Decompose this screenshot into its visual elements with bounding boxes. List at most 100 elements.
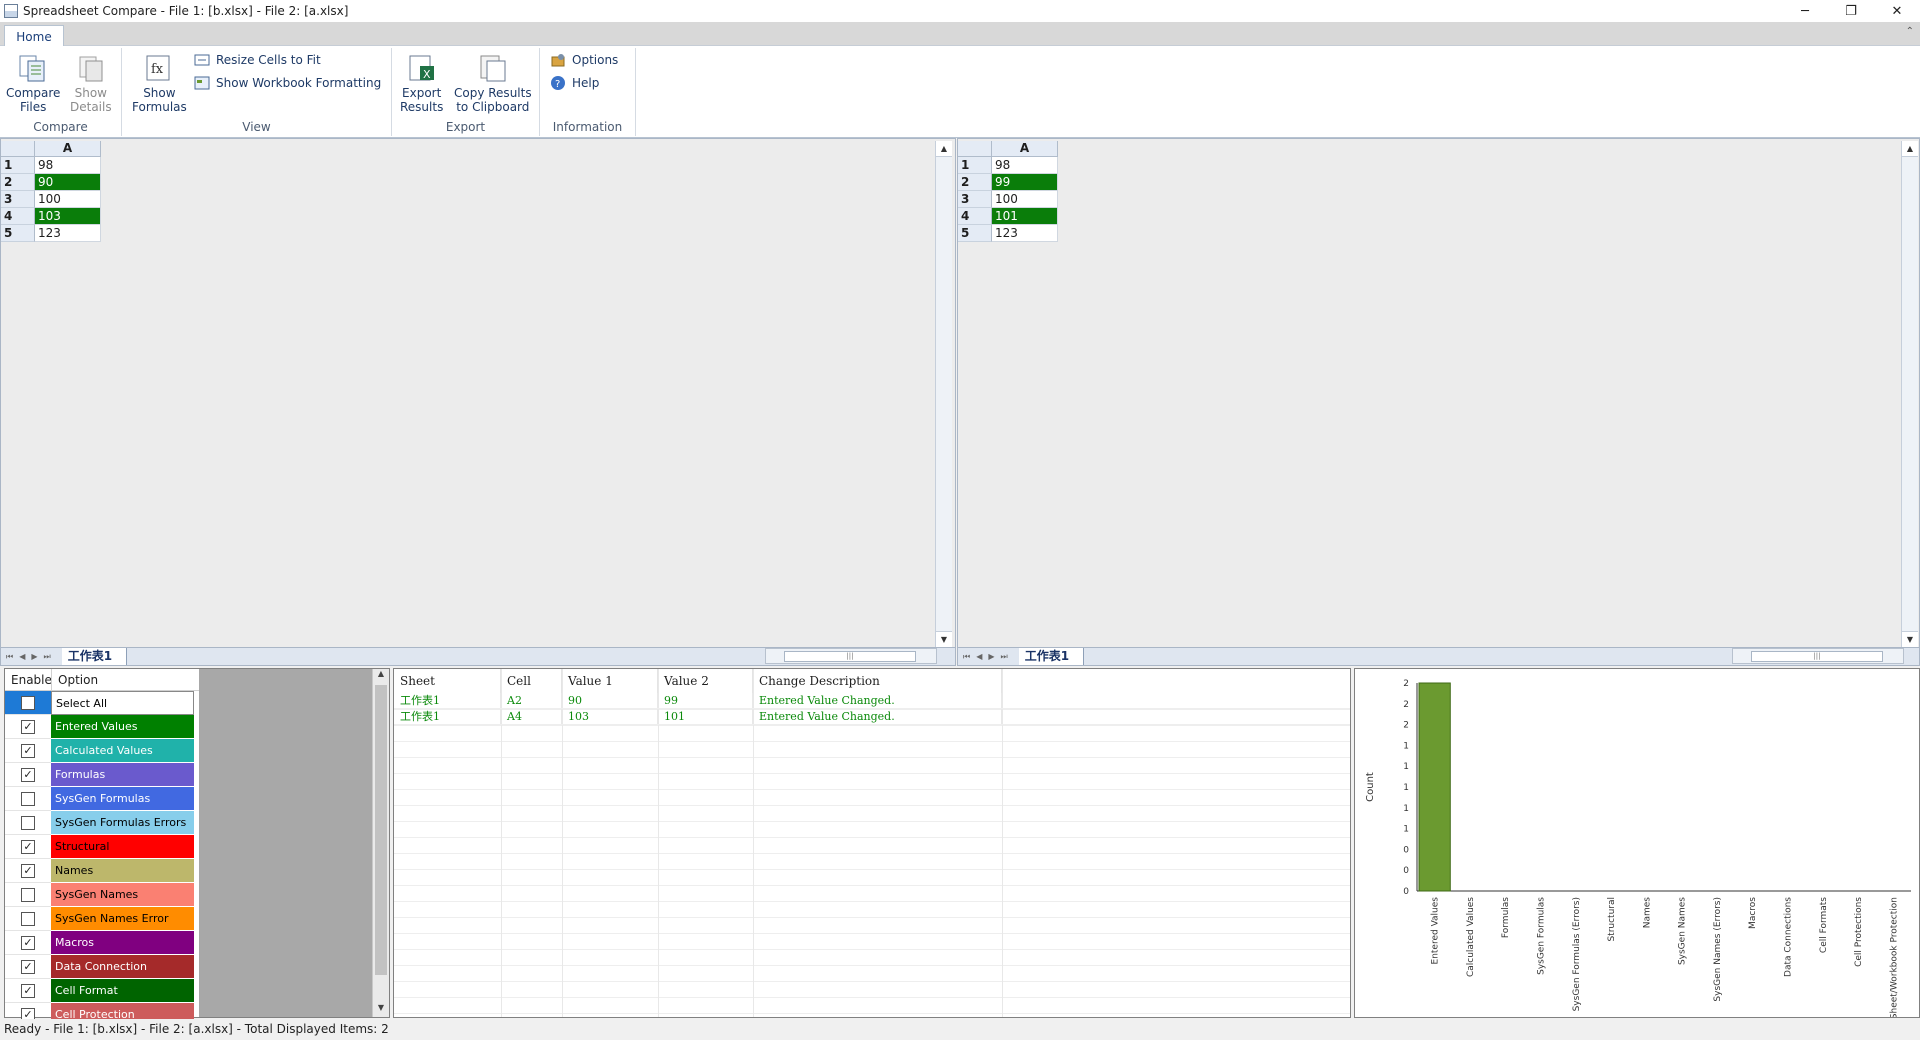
cell-a3[interactable]: 100 — [35, 191, 101, 208]
row-header[interactable]: 5 — [1, 225, 35, 242]
minimize-button[interactable]: ─ — [1782, 0, 1828, 22]
cell-a1[interactable]: 98 — [35, 157, 101, 174]
option-label[interactable]: SysGen Formulas — [51, 787, 194, 811]
right-hscroll-thumb[interactable]: ||| — [1751, 651, 1883, 662]
sheet-nav-arrows-icon[interactable]: ⏮◀▶⏭ — [958, 652, 1019, 662]
tab-home[interactable]: Home — [4, 25, 64, 47]
row-header[interactable]: 1 — [958, 157, 992, 174]
column-header-a-right[interactable]: A — [992, 141, 1058, 157]
right-sheet-pane[interactable]: A 1 98 2 99 3 100 4 101 5 123 ▲ ▼ ⏮◀▶⏭ 工作表1 ||| — [957, 138, 1920, 666]
option-label[interactable]: Structural — [51, 835, 194, 859]
show-details-button[interactable]: Show Details — [70, 52, 112, 114]
left-horizontal-scrollbar[interactable]: ||| — [765, 648, 937, 664]
chart-y-tick-label: 2 — [1403, 679, 1409, 689]
option-checkbox[interactable] — [21, 695, 35, 710]
compare-files-button[interactable]: Compare Files — [6, 52, 60, 114]
option-label[interactable]: Calculated Values — [51, 739, 194, 763]
option-enable-cell: ✓ — [5, 955, 51, 979]
option-label[interactable]: Formulas — [51, 763, 194, 787]
cell-a4[interactable]: 103 — [35, 208, 101, 225]
scroll-down-icon[interactable]: ▼ — [1902, 631, 1918, 647]
results-header-cell[interactable]: Value 1 — [562, 669, 658, 693]
show-formulas-label-2: Formulas — [132, 100, 187, 114]
row-header[interactable]: 2 — [1, 174, 35, 191]
right-vertical-scrollbar[interactable]: ▲ ▼ — [1901, 141, 1918, 647]
row-header[interactable]: 1 — [1, 157, 35, 174]
left-vertical-scrollbar[interactable]: ▲ ▼ — [935, 141, 952, 647]
enable-column-header: Enable — [11, 673, 52, 687]
option-label[interactable]: Entered Values — [51, 715, 194, 739]
results-header-cell[interactable]: Change Description — [753, 669, 1002, 693]
row-header[interactable]: 2 — [958, 174, 992, 191]
option-label[interactable]: Select All — [51, 691, 194, 715]
show-formulas-button[interactable]: fx Show Formulas — [132, 52, 187, 114]
maximize-button[interactable]: ❐ — [1828, 0, 1874, 22]
option-checkbox[interactable] — [21, 815, 35, 830]
column-header-a[interactable]: A — [35, 141, 101, 157]
option-checkbox[interactable]: ✓ — [21, 863, 35, 878]
resize-cells-button[interactable]: Resize Cells to Fit — [194, 52, 321, 68]
export-results-button[interactable]: X Export Results — [400, 52, 443, 114]
option-checkbox[interactable]: ✓ — [21, 767, 35, 782]
right-row: 1 98 — [958, 157, 1058, 174]
option-checkbox[interactable] — [21, 887, 35, 902]
option-enable-cell — [5, 787, 51, 811]
option-checkbox[interactable] — [21, 911, 35, 926]
results-header-cell[interactable]: Sheet — [394, 669, 501, 693]
option-label[interactable]: Data Connection — [51, 955, 194, 979]
option-checkbox[interactable]: ✓ — [21, 983, 35, 998]
option-checkbox[interactable]: ✓ — [21, 935, 35, 950]
help-button[interactable]: ? Help — [550, 75, 599, 91]
options-scroll-up-icon[interactable]: ▲ — [373, 669, 389, 683]
cell-a2[interactable]: 90 — [35, 174, 101, 191]
row-header[interactable]: 4 — [1, 208, 35, 225]
results-header-cell[interactable]: Value 2 — [658, 669, 753, 693]
cell-a5[interactable]: 123 — [992, 225, 1058, 242]
row-header[interactable]: 3 — [958, 191, 992, 208]
row-header[interactable]: 5 — [958, 225, 992, 242]
row-header[interactable]: 3 — [1, 191, 35, 208]
row-header[interactable]: 4 — [958, 208, 992, 225]
close-button[interactable]: ✕ — [1874, 0, 1920, 22]
select-all-corner[interactable] — [1, 141, 35, 157]
cell-a2[interactable]: 99 — [992, 174, 1058, 191]
options-scroll-down-icon[interactable]: ▼ — [373, 1003, 389, 1017]
scroll-up-icon[interactable]: ▲ — [1902, 141, 1918, 157]
option-label[interactable]: SysGen Names — [51, 883, 194, 907]
option-checkbox[interactable]: ✓ — [21, 959, 35, 974]
show-workbook-formatting-button[interactable]: Show Workbook Formatting — [194, 75, 381, 91]
option-checkbox[interactable]: ✓ — [21, 719, 35, 734]
scroll-down-icon[interactable]: ▼ — [936, 631, 952, 647]
right-rows: 1 98 2 99 3 100 4 101 5 123 — [958, 157, 1058, 242]
cell-a5[interactable]: 123 — [35, 225, 101, 242]
option-label[interactable]: Macros — [51, 931, 194, 955]
chart-bar — [1418, 682, 1451, 892]
left-sheet-tab[interactable]: 工作表1 — [61, 648, 128, 665]
cell-a3[interactable]: 100 — [992, 191, 1058, 208]
options-button[interactable]: Options — [550, 52, 618, 68]
cell-a4[interactable]: 101 — [992, 208, 1058, 225]
option-label[interactable]: Names — [51, 859, 194, 883]
right-sheet-tab[interactable]: 工作表1 — [1018, 648, 1085, 665]
options-scrollbar[interactable]: ▲ ▼ — [372, 669, 389, 1017]
scroll-up-icon[interactable]: ▲ — [936, 141, 952, 157]
options-scroll-thumb[interactable] — [375, 685, 387, 975]
option-label[interactable]: SysGen Names Error — [51, 907, 194, 931]
select-all-corner-right[interactable] — [958, 141, 992, 157]
copy-results-button[interactable]: Copy Results to Clipboard — [454, 52, 532, 114]
collapse-ribbon-icon[interactable]: ⌃ — [1906, 26, 1914, 37]
left-sheet-pane[interactable]: A 1 98 2 90 3 100 4 103 5 123 ▲ ▼ ⏮◀▶⏭ 工作表1 ||| — [0, 138, 956, 666]
option-label[interactable]: SysGen Formulas Errors — [51, 811, 194, 835]
right-horizontal-scrollbar[interactable]: ||| — [1732, 648, 1904, 664]
results-header-cell[interactable]: Cell — [501, 669, 562, 693]
cell-a1[interactable]: 98 — [992, 157, 1058, 174]
left-hscroll-thumb[interactable]: ||| — [784, 651, 916, 662]
show-details-label-1: Show — [74, 86, 107, 100]
option-label[interactable]: Cell Format — [51, 979, 194, 1003]
option-checkbox[interactable]: ✓ — [21, 743, 35, 758]
table-row[interactable]: 工作表1 A2 90 99 Entered Value Changed. — [394, 693, 1350, 709]
sheet-nav-arrows-icon[interactable]: ⏮◀▶⏭ — [1, 652, 62, 662]
table-row[interactable]: 工作表1 A4 103 101 Entered Value Changed. — [394, 709, 1350, 725]
option-checkbox[interactable] — [21, 791, 35, 806]
option-checkbox[interactable]: ✓ — [21, 839, 35, 854]
